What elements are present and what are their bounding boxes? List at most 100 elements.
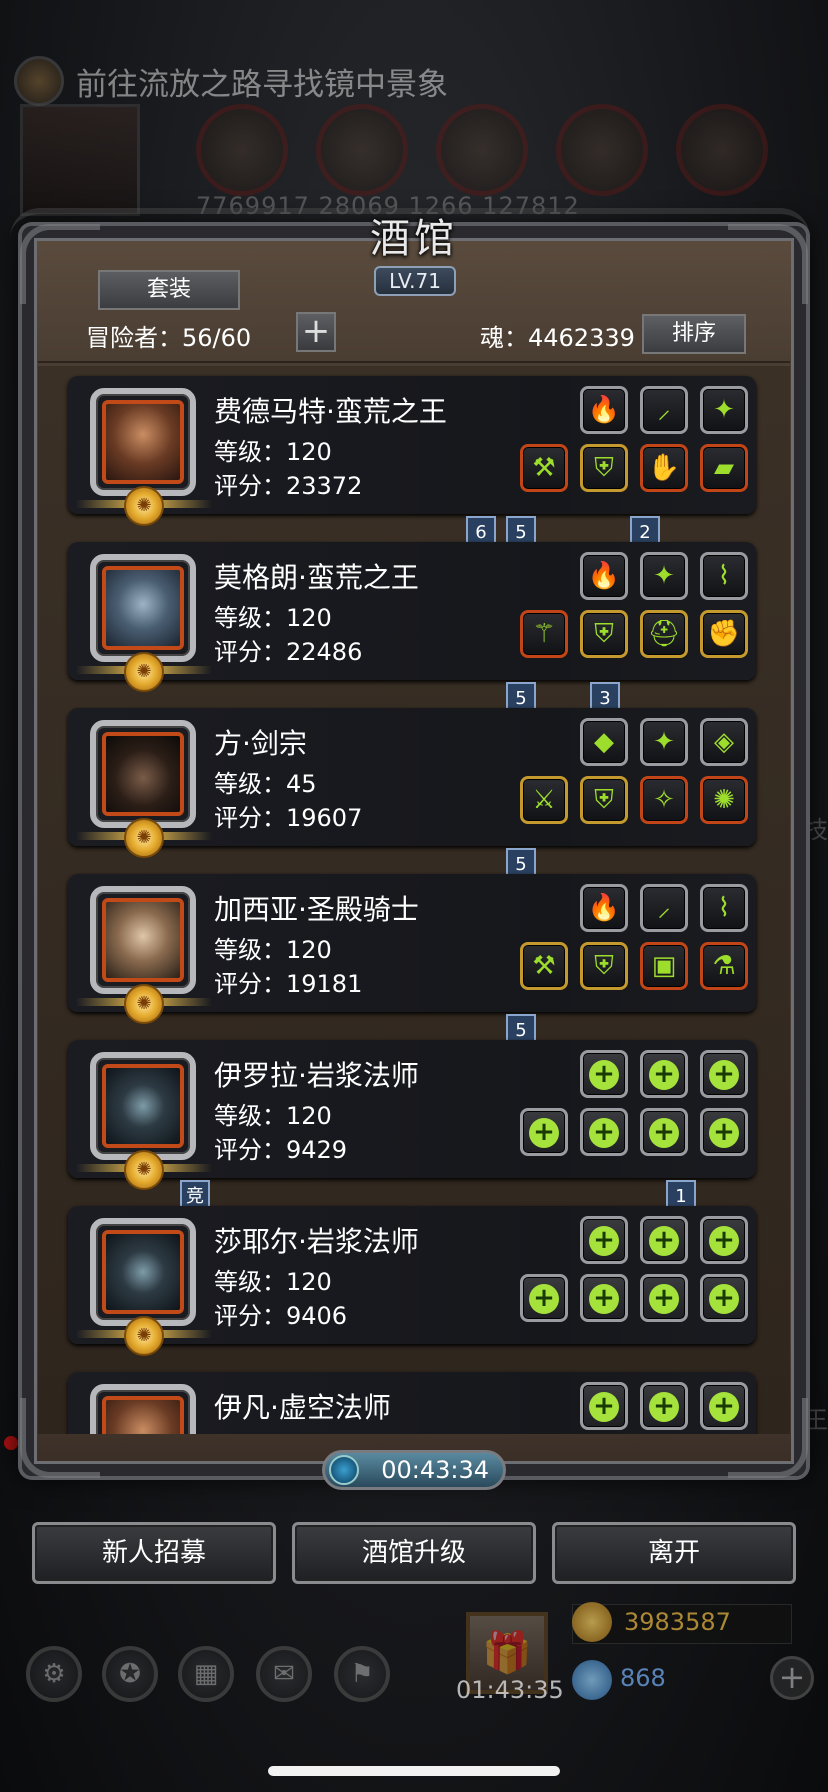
hero-avatar[interactable] bbox=[90, 1218, 196, 1326]
hero-avatar[interactable] bbox=[90, 1384, 196, 1434]
settings-icon[interactable]: ⚙ bbox=[26, 1646, 82, 1702]
equipment-slot[interactable]: ✺ bbox=[700, 776, 748, 824]
empty-equipment-slot[interactable]: + bbox=[640, 1274, 688, 1322]
empty-equipment-slot[interactable]: + bbox=[640, 1382, 688, 1430]
empty-equipment-slot[interactable]: + bbox=[520, 1108, 568, 1156]
hero-card[interactable]: ✺伊凡·虚空法师+++ bbox=[68, 1372, 756, 1434]
equipment-slot[interactable]: ⌇ bbox=[700, 884, 748, 932]
equipment-slot[interactable]: ⚒ bbox=[520, 942, 568, 990]
empty-equipment-slot[interactable]: + bbox=[580, 1050, 628, 1098]
rank-medal-icon: ✺ bbox=[124, 818, 164, 858]
equipment-slot[interactable]: ⛑ bbox=[640, 610, 688, 658]
hero-level: 等级：120 bbox=[214, 1102, 332, 1130]
ore-resource-icon bbox=[676, 104, 768, 196]
equipment-slot[interactable]: ⸝ bbox=[640, 884, 688, 932]
add-icon: + bbox=[709, 1284, 739, 1314]
crest-icon: ✦ bbox=[653, 727, 675, 757]
recruit-button[interactable]: 新人招募 bbox=[32, 1522, 276, 1584]
hero-card[interactable]: ✺ 费德马特·蛮荒之王 等级：120 评分：23372 🔥 ⸝ ✦ ⚒ ⛨ ✋ ▰ bbox=[68, 376, 756, 526]
empty-equipment-slot[interactable]: + bbox=[700, 1274, 748, 1322]
notification-dot bbox=[4, 1436, 18, 1450]
quest-tracker[interactable]: 前往流放之路寻找镜中景象 bbox=[14, 56, 448, 106]
helmet-icon: ⛑ bbox=[647, 619, 681, 649]
gauntlet-icon: ✊ bbox=[707, 619, 741, 649]
equipment-slot[interactable]: ⌇ bbox=[700, 552, 748, 600]
equipment-slot[interactable]: 🔥 bbox=[580, 884, 628, 932]
equipment-slot[interactable]: ✋ bbox=[640, 444, 688, 492]
hero-avatar[interactable] bbox=[90, 388, 196, 496]
sort-button[interactable]: 排序 bbox=[642, 314, 746, 354]
hero-avatar[interactable] bbox=[90, 886, 196, 994]
hooded-portrait bbox=[102, 1064, 184, 1148]
equipment-slot[interactable]: ◈ bbox=[700, 718, 748, 766]
equipment-slot[interactable]: ⛨ bbox=[580, 776, 628, 824]
empty-equipment-slot[interactable]: + bbox=[640, 1216, 688, 1264]
hero-avatar[interactable] bbox=[90, 720, 196, 828]
equipment-slot[interactable]: 🔥 bbox=[580, 552, 628, 600]
empty-equipment-slot[interactable]: + bbox=[700, 1216, 748, 1264]
upgrade-tavern-button[interactable]: 酒馆升级 bbox=[292, 1522, 536, 1584]
equipment-slot[interactable]: ✊ bbox=[700, 610, 748, 658]
equipment-slot[interactable]: ✦ bbox=[640, 718, 688, 766]
hero-card[interactable]: ✺ 莫格朗·蛮荒之王 等级：120 评分：22486 🔥 ✦ ⌇ ⚚ ⛨ ⛑ ✊ bbox=[68, 542, 756, 692]
demon-portrait bbox=[102, 566, 184, 650]
hero-card[interactable]: ✺ 加西亚·圣殿骑士 等级：120 评分：19181 🔥 ⸝ ⌇ ⚒ ⛨ ▣ ⚗ bbox=[68, 874, 756, 1024]
empty-equipment-slot[interactable]: + bbox=[580, 1216, 628, 1264]
player-portrait bbox=[20, 104, 140, 216]
empty-equipment-slot[interactable]: + bbox=[700, 1050, 748, 1098]
equipment-slot[interactable]: ⛨ bbox=[580, 610, 628, 658]
hero-card[interactable]: ✺ 莎耶尔·岩浆法师 等级：120 评分：9406 + + + + + + + bbox=[68, 1206, 756, 1356]
equipment-slot[interactable]: ⚔ bbox=[520, 776, 568, 824]
guild-icon[interactable]: ✪ bbox=[102, 1646, 158, 1702]
equipment-slot[interactable]: ⚚ bbox=[520, 610, 568, 658]
adventurer-count: 冒险者：56/60 bbox=[86, 324, 252, 352]
ranking-icon[interactable]: ▦ bbox=[178, 1646, 234, 1702]
timer-value: 00:43:34 bbox=[381, 1456, 489, 1484]
add-currency-button[interactable]: + bbox=[770, 1656, 814, 1700]
equipment-slot[interactable]: ⛨ bbox=[580, 942, 628, 990]
hero-score: 评分：19181 bbox=[214, 970, 363, 998]
empty-equipment-slot[interactable]: + bbox=[580, 1382, 628, 1430]
empty-equipment-slot[interactable]: + bbox=[700, 1382, 748, 1430]
expand-capacity-button[interactable]: + bbox=[296, 312, 336, 352]
hero-list[interactable]: ✺ 费德马特·蛮荒之王 等级：120 评分：23372 🔥 ⸝ ✦ ⚒ ⛨ ✋ ▰ 6 5 2 ✺ 莫格朗·蛮… bbox=[38, 366, 790, 1434]
bracer-icon: ⌇ bbox=[717, 561, 731, 591]
empty-equipment-slot[interactable]: + bbox=[700, 1108, 748, 1156]
equipment-slot[interactable]: ✦ bbox=[700, 386, 748, 434]
quest-text: 前往流放之路寻找镜中景象 bbox=[76, 66, 448, 103]
empty-equipment-slot[interactable]: + bbox=[640, 1050, 688, 1098]
set-button[interactable]: 套装 bbox=[98, 270, 240, 310]
equipment-slot[interactable]: ◆ bbox=[580, 718, 628, 766]
equipment-slot[interactable]: ✦ bbox=[640, 552, 688, 600]
equipment-slot[interactable]: ⛨ bbox=[580, 444, 628, 492]
equipment-slot[interactable]: ✧ bbox=[640, 776, 688, 824]
equipment-slot[interactable]: ▰ bbox=[700, 444, 748, 492]
equipment-slot[interactable]: 🔥 bbox=[580, 386, 628, 434]
leave-button[interactable]: 离开 bbox=[552, 1522, 796, 1584]
boots-icon: ▰ bbox=[714, 453, 734, 483]
equipment-slot[interactable]: ⸝ bbox=[640, 386, 688, 434]
empty-equipment-slot[interactable]: + bbox=[580, 1274, 628, 1322]
hero-name: 加西亚·圣殿骑士 bbox=[214, 893, 419, 926]
handshake-icon[interactable]: ⚑ bbox=[334, 1646, 390, 1702]
hero-name: 莎耶尔·岩浆法师 bbox=[214, 1225, 419, 1258]
header-divider bbox=[38, 361, 790, 363]
ranger-portrait bbox=[102, 732, 184, 816]
add-icon: + bbox=[589, 1118, 619, 1148]
hero-card[interactable]: ✺ 方·剑宗 等级：45 评分：19607 ◆ ✦ ◈ ⚔ ⛨ ✧ ✺ bbox=[68, 708, 756, 858]
equipment-slot[interactable]: ▣ bbox=[640, 942, 688, 990]
hero-card[interactable]: ✺ 伊罗拉·岩浆法师 等级：120 评分：9429 + + + + + + + bbox=[68, 1040, 756, 1190]
equipment-slot[interactable]: ⚗ bbox=[700, 942, 748, 990]
equipment-slot[interactable]: ⚒ bbox=[520, 444, 568, 492]
hero-avatar[interactable] bbox=[90, 554, 196, 662]
empty-equipment-slot[interactable]: + bbox=[520, 1274, 568, 1322]
empty-equipment-slot[interactable]: + bbox=[580, 1108, 628, 1156]
add-icon: + bbox=[709, 1392, 739, 1422]
hero-name: 莫格朗·蛮荒之王 bbox=[214, 561, 419, 594]
rank-medal-icon: ✺ bbox=[124, 486, 164, 526]
mail-icon[interactable]: ✉ bbox=[256, 1646, 312, 1702]
iron-resource-icon bbox=[436, 104, 528, 196]
empty-equipment-slot[interactable]: + bbox=[640, 1108, 688, 1156]
quest-scroll-icon bbox=[14, 56, 64, 106]
hero-avatar[interactable] bbox=[90, 1052, 196, 1160]
